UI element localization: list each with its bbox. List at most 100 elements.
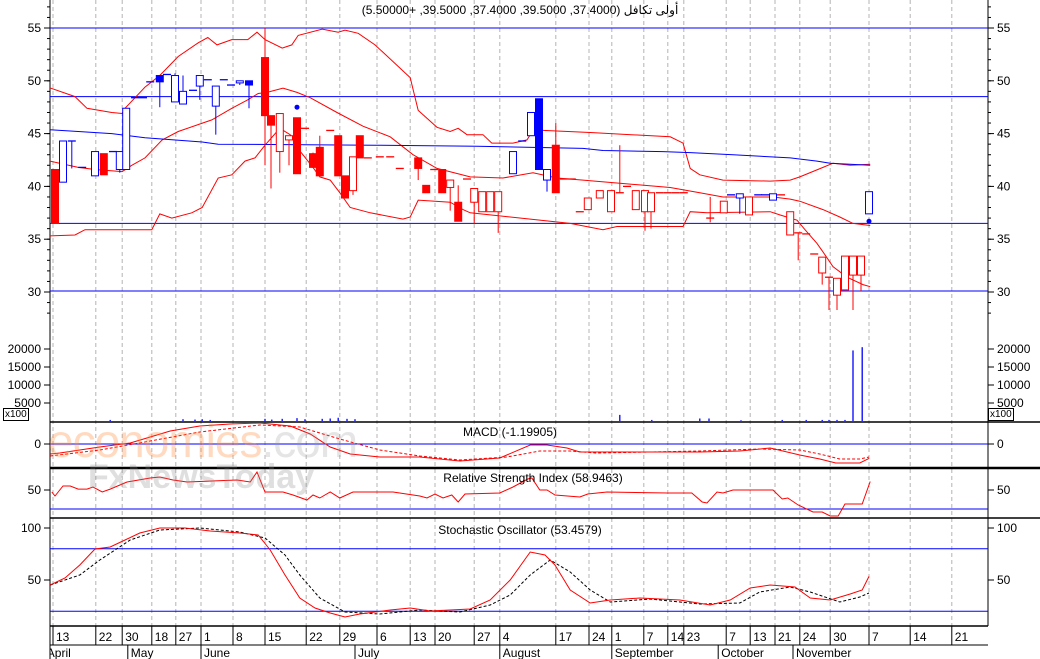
volume-multiplier-left: x100 (3, 408, 29, 421)
x-day-label: 21 (778, 630, 792, 644)
candle-body (195, 75, 204, 87)
y-tick-label-left: 35 (28, 232, 42, 246)
x-day-label: 13 (413, 630, 427, 644)
candle-body (171, 75, 179, 103)
candle-body (745, 196, 753, 216)
x-day-label: 17 (559, 630, 573, 644)
x-month-label: September (615, 646, 674, 659)
candlestick (535, 98, 543, 171)
candle-body (509, 151, 517, 175)
x-day-label: 6 (380, 630, 387, 644)
candle-body (719, 200, 728, 214)
candle-body (179, 90, 187, 105)
candle-body (261, 57, 269, 117)
candlestick (349, 156, 357, 195)
y-tick-label-right: 55 (997, 21, 1011, 35)
candlestick (235, 80, 244, 86)
x-day-label: 22 (99, 630, 113, 644)
candlestick (595, 190, 604, 199)
y-tick-label-right: 10000 (997, 378, 1031, 392)
candlestick (786, 211, 795, 236)
candle-body (818, 256, 827, 274)
y-tick-label-left: 15000 (8, 360, 42, 374)
candle-body (91, 151, 99, 177)
candlestick (446, 179, 455, 211)
x-day-label: 21 (955, 630, 969, 644)
candle-body (841, 255, 849, 291)
x-month-label: May (131, 646, 154, 659)
x-day-label: 18 (155, 630, 169, 644)
y-tick-label-left: 50 (28, 483, 42, 497)
candle-body (267, 115, 275, 126)
candlestick (706, 196, 715, 223)
candle-body (293, 117, 301, 175)
x-day-label: 20 (438, 630, 452, 644)
x-day-label: 14 (671, 630, 685, 644)
candle-body (245, 80, 253, 86)
y-tick-label-left: 40 (28, 179, 42, 193)
candle-body (315, 146, 324, 177)
y-tick-label-right: 20000 (997, 342, 1031, 356)
candlestick (454, 185, 463, 222)
x-day-label: 4 (503, 630, 510, 644)
stochastic-k-line (50, 527, 870, 618)
candlestick (769, 193, 777, 201)
candlestick (99, 153, 108, 176)
candle-body (155, 75, 164, 83)
rsi-title: Relative Strength Index (58.9463) (443, 471, 623, 485)
y-tick-label-right: 35 (997, 232, 1011, 246)
candlestick (341, 175, 349, 199)
candlestick (745, 196, 753, 216)
candlestick (794, 232, 803, 261)
candlestick (583, 197, 592, 211)
chart-frame (49, 0, 1040, 659)
y-axes: 30 3035 3540 4045 4550 5055 555000 500010000 100… (8, 6, 1031, 587)
candlestick (275, 113, 284, 173)
y-tick-label-left: 20000 (8, 342, 42, 356)
candle-body (833, 277, 841, 296)
candlestick (59, 140, 67, 183)
x-day-label: 1 (204, 630, 211, 644)
x-day-label: 27 (477, 630, 491, 644)
candle-body (543, 169, 551, 181)
candle-body (51, 169, 59, 224)
candle-body (849, 255, 857, 276)
candlestick (494, 191, 503, 233)
candle-body (349, 156, 357, 192)
candlestick (543, 169, 551, 192)
candle-body (583, 197, 592, 211)
candlestick (293, 117, 301, 175)
candle-body (595, 190, 604, 199)
y-tick-label-right: 30 (997, 285, 1011, 299)
candlestick (267, 115, 275, 189)
candle-body (285, 135, 293, 141)
candlestick (285, 135, 293, 166)
candle-body (607, 190, 615, 213)
candle-body (355, 135, 364, 159)
y-tick-label-right: 40 (997, 179, 1011, 193)
candlestick (355, 135, 364, 159)
candle-body (446, 179, 455, 188)
candlestick (486, 191, 495, 213)
candle-body (865, 191, 873, 215)
candle-body (211, 85, 220, 107)
signal-dot-marker (866, 218, 872, 224)
x-month-label: November (796, 646, 851, 659)
y-tick-label-left: 55 (28, 21, 42, 35)
candlestick (615, 145, 624, 194)
x-day-label: 8 (236, 630, 243, 644)
macd-title: MACD (-1.19905) (462, 425, 558, 439)
candlestick (470, 188, 479, 224)
watermark-fxnewstoday: FxNewsToday (88, 458, 315, 496)
candle-body (857, 255, 865, 276)
candlestick (155, 75, 164, 108)
candlestick (422, 184, 431, 194)
candle-body (122, 107, 131, 171)
y-tick-label-right: 100 (997, 521, 1017, 535)
y-tick-label-right: 15000 (997, 360, 1031, 374)
x-month-label: June (204, 646, 230, 659)
x-day-label: 7 (647, 630, 654, 644)
candle-body (647, 192, 655, 213)
candle-body (535, 98, 543, 171)
x-day-label: 29 (343, 630, 357, 644)
